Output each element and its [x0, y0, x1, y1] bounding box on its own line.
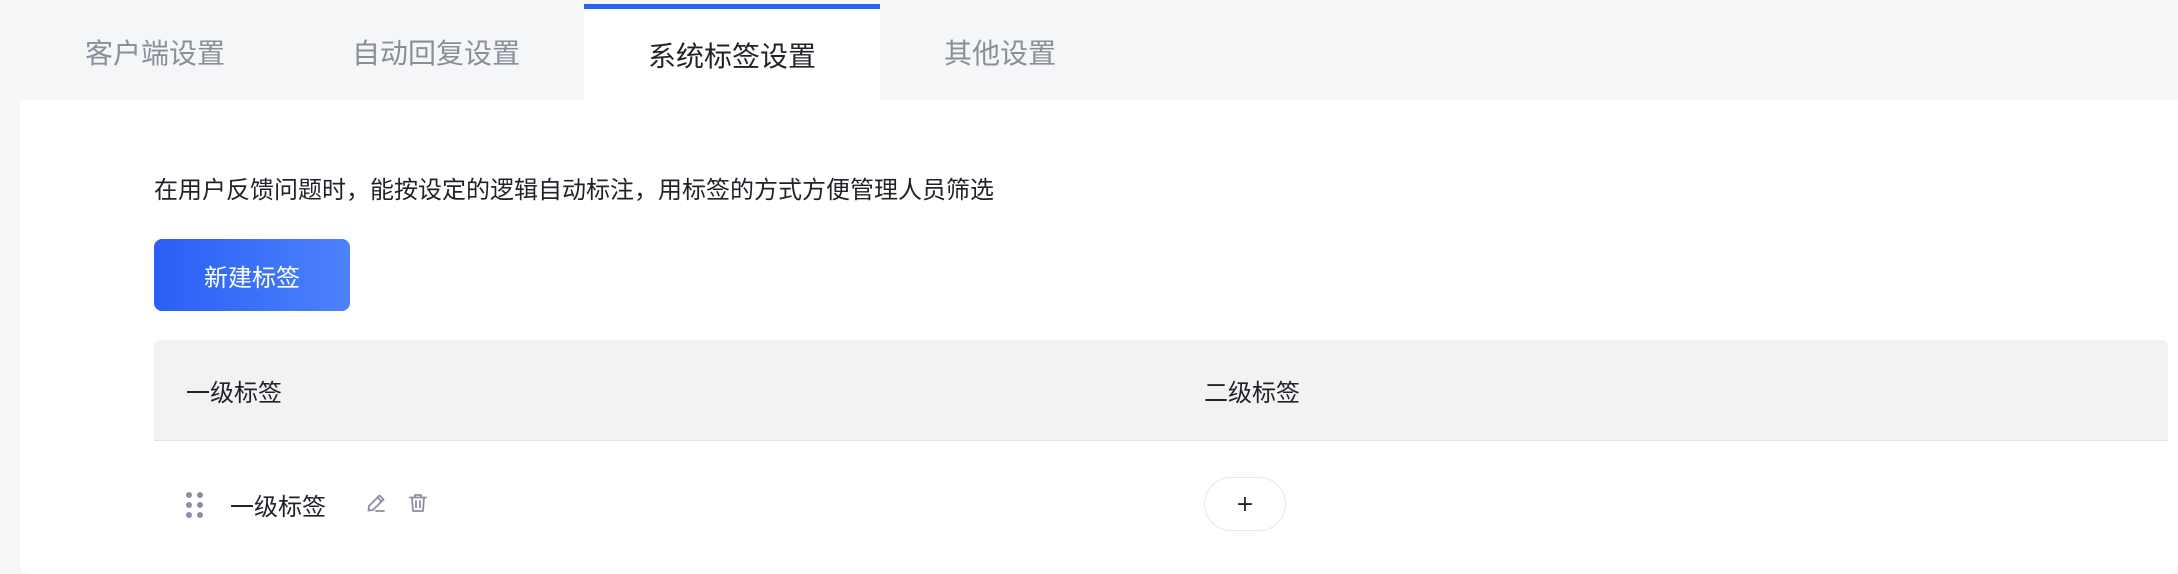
table-row: 一级标签 + [154, 441, 2168, 561]
primary-tag-label: 一级标签 [230, 493, 326, 521]
tab-client-settings[interactable]: 客户端设置 [40, 4, 270, 100]
table-header: 一级标签 二级标签 [154, 340, 2168, 441]
delete-icon[interactable] [406, 491, 430, 515]
tab-auto-reply-settings[interactable]: 自动回复设置 [320, 4, 552, 100]
add-label: + [1235, 491, 1255, 517]
new-tag-button[interactable]: 新建标签 [154, 239, 350, 311]
tag-table: 一级标签 二级标签 一级标签 + [154, 340, 2168, 574]
drag-handle-icon[interactable] [186, 492, 204, 518]
description-text: 在用户反馈问题时，能按设定的逻辑自动标注，用标签的方式方便管理人员筛选 [154, 176, 994, 204]
edit-icon[interactable] [364, 491, 388, 515]
tab-system-tag-settings[interactable]: 系统标签设置 [584, 4, 880, 100]
column-header-primary-tag: 一级标签 [186, 378, 282, 407]
add-secondary-tag-button[interactable]: + [1204, 477, 1286, 531]
column-header-secondary-tag: 二级标签 [1204, 378, 1300, 407]
tab-other-settings[interactable]: 其他设置 [900, 4, 1100, 100]
tag-settings-panel: 在用户反馈问题时，能按设定的逻辑自动标注，用标签的方式方便管理人员筛选 新建标签… [20, 100, 2178, 574]
tab-bar: 客户端设置 自动回复设置 系统标签设置 其他设置 [0, 0, 2178, 100]
